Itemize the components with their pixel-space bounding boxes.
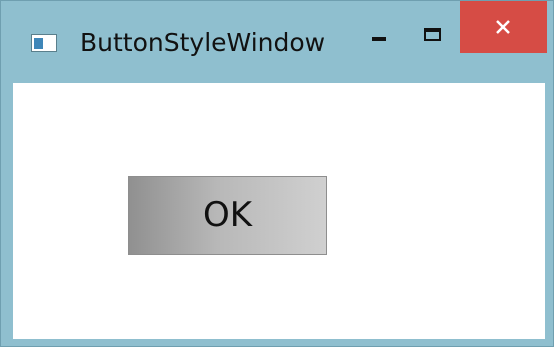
application-window: ButtonStyleWindow OK bbox=[0, 0, 554, 347]
window-content-area: OK bbox=[13, 83, 545, 339]
title-bar[interactable]: ButtonStyleWindow bbox=[1, 1, 553, 81]
ok-button[interactable]: OK bbox=[128, 176, 327, 255]
window-app-icon[interactable] bbox=[31, 34, 57, 52]
maximize-icon bbox=[424, 28, 441, 41]
close-icon bbox=[496, 20, 510, 34]
maximize-button[interactable] bbox=[411, 10, 455, 53]
window-title: ButtonStyleWindow bbox=[80, 28, 326, 57]
minimize-button[interactable] bbox=[359, 10, 403, 53]
close-button[interactable] bbox=[460, 1, 547, 53]
minimize-icon bbox=[372, 37, 386, 41]
